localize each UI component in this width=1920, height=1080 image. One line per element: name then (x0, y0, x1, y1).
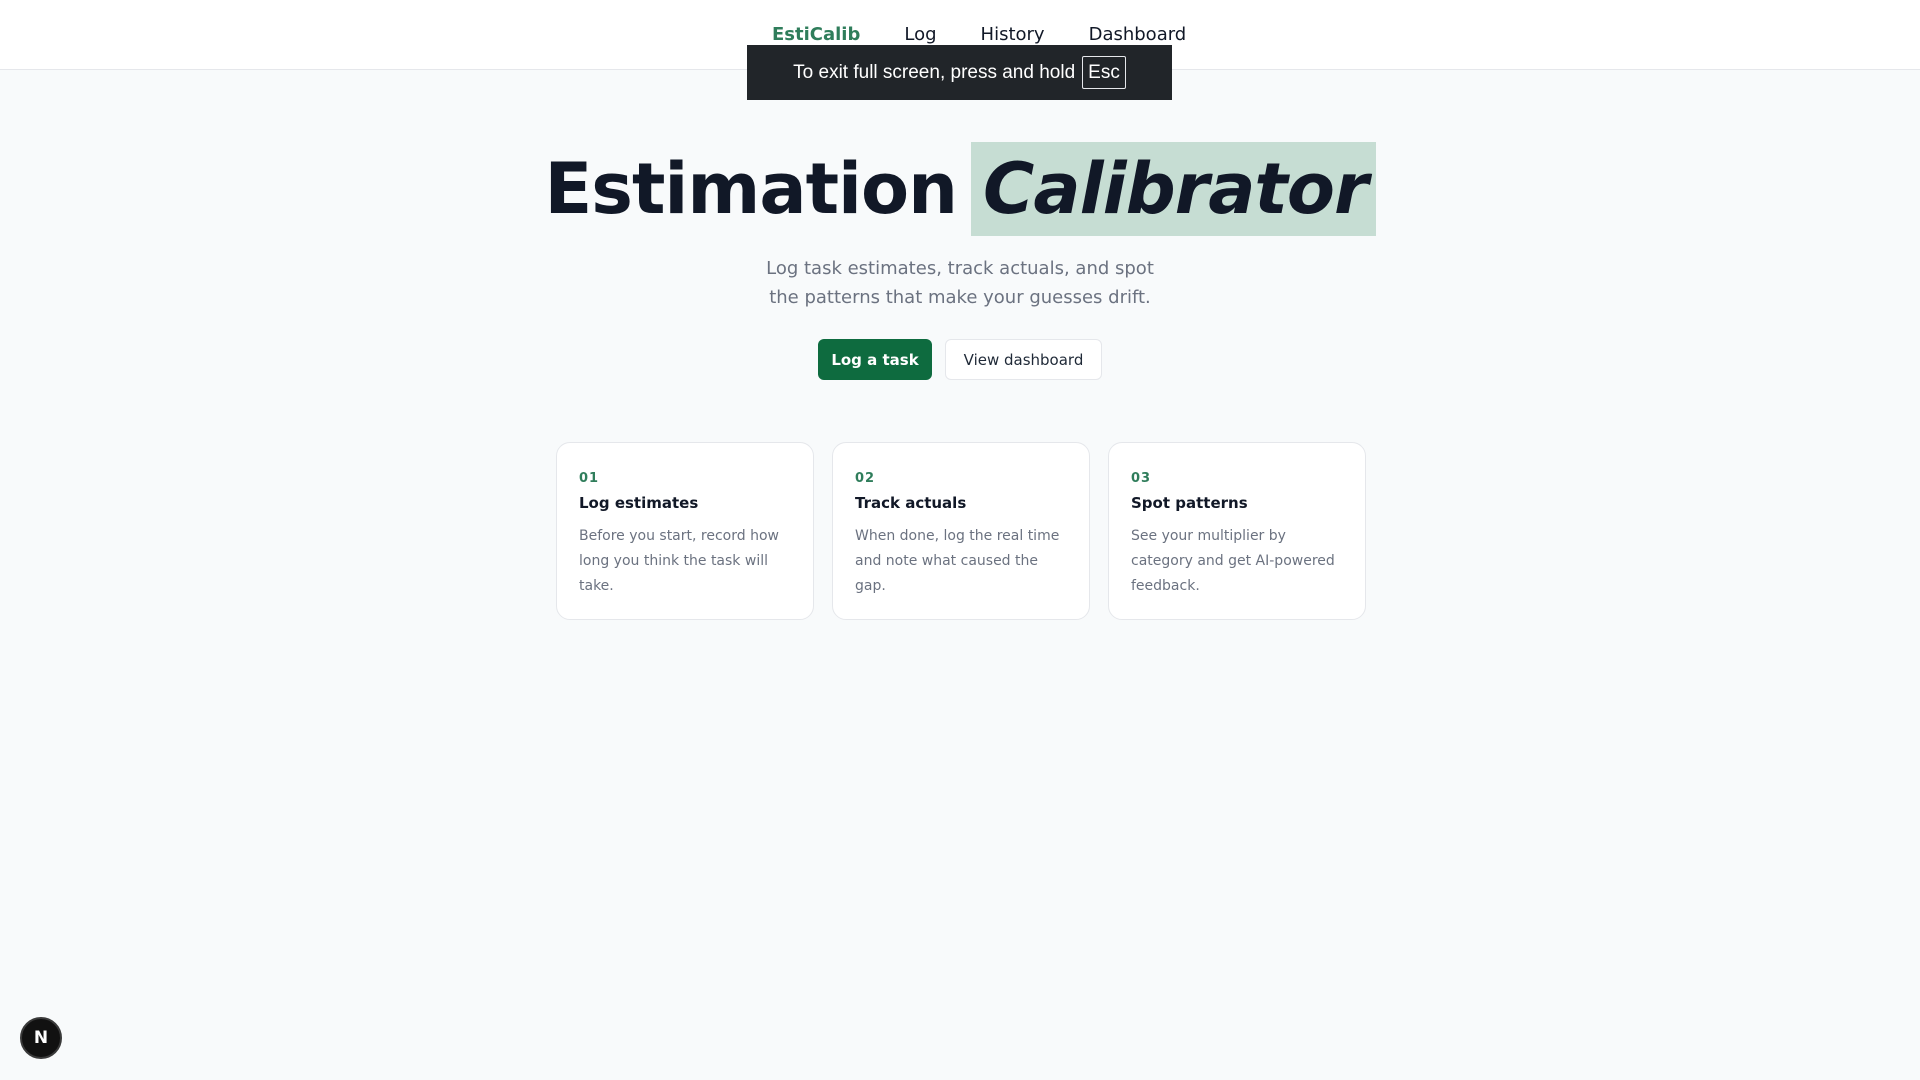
feature-card-title: Track actuals (855, 494, 967, 512)
feature-card-title: Spot patterns (1131, 494, 1248, 512)
feature-card-number: 02 (855, 471, 876, 486)
nav-link-history[interactable]: History (981, 24, 1045, 45)
feature-card-log-estimates: 01 Log estimates Before you start, recor… (556, 442, 814, 620)
page-title: Estimation Calibrator (0, 142, 1920, 236)
nav-links: EstiCalib Log History Dashboard (772, 22, 1186, 46)
page-title-highlight: Calibrator (970, 142, 1376, 236)
feature-card-spot-patterns: 03 Spot patterns See your multiplier by … (1108, 442, 1366, 620)
nav-link-dashboard[interactable]: Dashboard (1089, 24, 1187, 45)
nextjs-dev-tools-button[interactable]: N (20, 1017, 62, 1059)
feature-card-number: 01 (579, 471, 600, 486)
feature-card-number: 03 (1131, 471, 1152, 486)
fullscreen-exit-notice: To exit full screen, press and hold Esc (747, 45, 1172, 100)
nav-brand-link[interactable]: EstiCalib (772, 24, 860, 45)
feature-card-description: When done, log the real time and note wh… (855, 528, 1060, 594)
view-dashboard-button[interactable]: View dashboard (945, 339, 1102, 380)
feature-card-track-actuals: 02 Track actuals When done, log the real… (832, 442, 1090, 620)
feature-card-title: Log estimates (579, 494, 699, 512)
fullscreen-notice-text: To exit full screen, press and hold (793, 61, 1076, 83)
log-task-button[interactable]: Log a task (818, 339, 932, 380)
page-title-plain: Estimation (544, 148, 957, 230)
hero-subtitle: Log task estimates, track actuals, and s… (766, 258, 1154, 308)
nav-link-log[interactable]: Log (904, 24, 936, 45)
feature-card-description: See your multiplier by category and get … (1131, 528, 1335, 594)
feature-card-description: Before you start, record how long you th… (579, 528, 779, 594)
esc-key-hint: Esc (1082, 56, 1126, 89)
